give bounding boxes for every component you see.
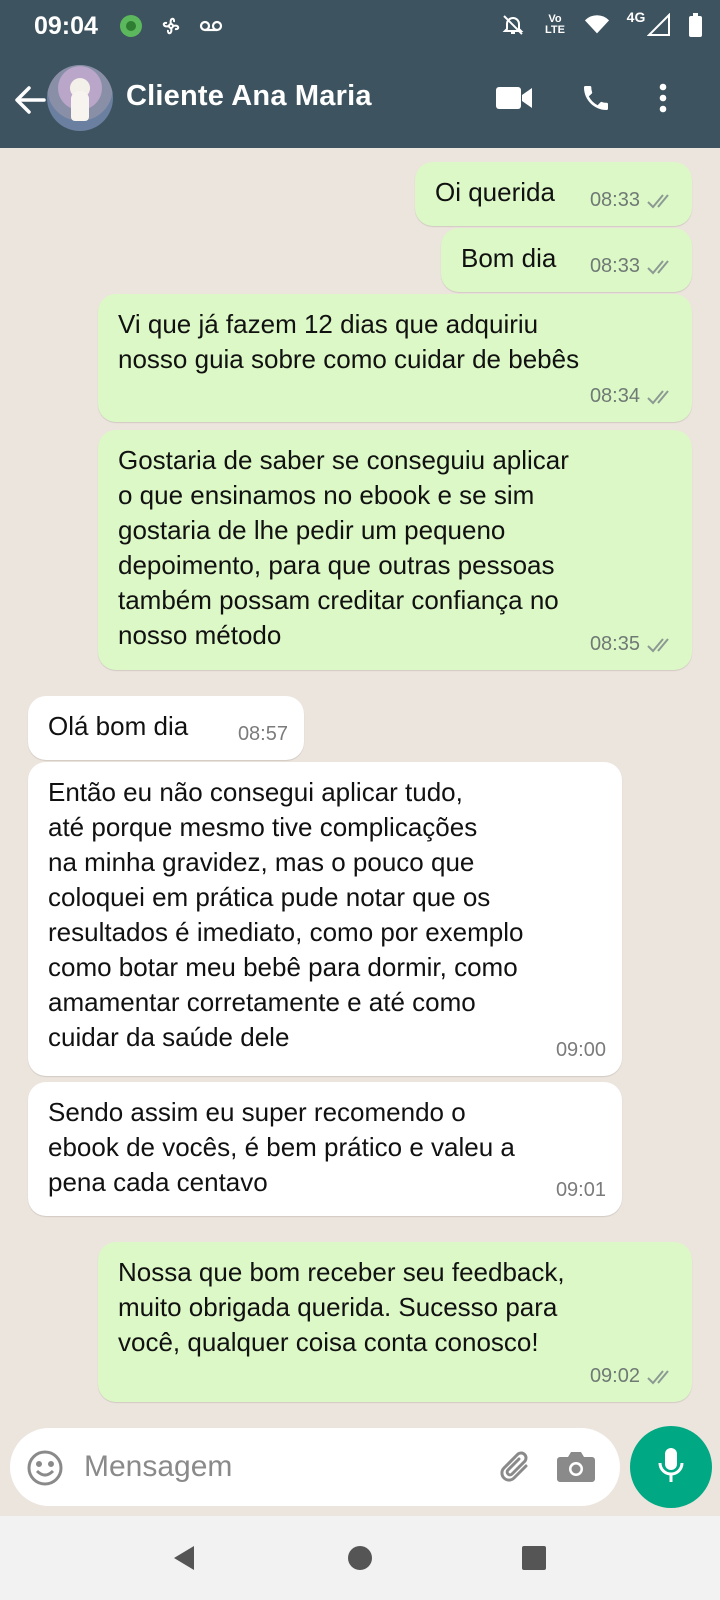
message-text: Vi que já fazem 12 dias que adquiriu nos… [118, 309, 580, 374]
message-bubble-outgoing[interactable]: Gostaria de saber se conseguiu aplicar o… [98, 430, 692, 670]
message-bubble-incoming[interactable]: Sendo assim eu super recomendo o ebook d… [28, 1082, 622, 1216]
message-meta: 08:35 [590, 627, 676, 662]
signal-label: 4G [626, 9, 646, 25]
message-time: 08:33 [589, 189, 640, 211]
paperclip-icon[interactable] [496, 1446, 536, 1488]
message-text: Então eu não consegui aplicar tudo, até … [48, 777, 524, 1052]
volte-label-bottom: LTE [545, 24, 565, 36]
video-camera-icon [495, 85, 533, 116]
message-meta: 08:33 [590, 249, 676, 284]
message-bubble-outgoing[interactable]: Bom dia 08:33 [441, 228, 692, 292]
message-input[interactable] [84, 1444, 464, 1490]
back-arrow-icon[interactable] [12, 80, 48, 120]
more-vert-icon [659, 83, 667, 118]
app-notification-icon [118, 13, 144, 39]
message-meta: 08:33 [590, 183, 676, 218]
double-check-icon [647, 389, 669, 404]
message-meta: 08:57 [238, 717, 288, 752]
double-check-icon [647, 1369, 669, 1384]
message-meta: 09:02 [590, 1359, 676, 1394]
message-meta: 08:34 [590, 379, 676, 414]
battery-icon [688, 12, 702, 38]
contact-name[interactable]: Cliente Ana Maria [126, 80, 372, 113]
phone-icon [580, 82, 612, 119]
voice-call-button[interactable] [576, 80, 616, 120]
chat-header: Cliente Ana Maria [0, 52, 720, 148]
muted-notification-icon [500, 12, 526, 38]
status-left-icons [118, 13, 224, 39]
system-navigation-bar [0, 1516, 720, 1600]
more-options-button[interactable] [650, 80, 676, 120]
nav-back-icon[interactable] [168, 1542, 200, 1574]
message-time: 08:57 [237, 723, 288, 745]
message-bubble-incoming[interactable]: Então eu não consegui aplicar tudo, até … [28, 762, 622, 1076]
emoji-icon[interactable] [26, 1449, 64, 1487]
chat-area[interactable]: Oi querida 08:33 Bom dia 08:33 Vi que já… [0, 148, 720, 1410]
video-call-button[interactable] [494, 80, 534, 120]
message-composer [10, 1428, 620, 1506]
message-text: Gostaria de saber se conseguiu aplicar o… [118, 445, 569, 650]
nav-recents-icon[interactable] [518, 1542, 550, 1574]
microphone-icon [656, 1445, 686, 1490]
volte-icon: Vo LTE [540, 12, 570, 38]
message-meta: 09:01 [556, 1173, 606, 1208]
voicemail-icon [198, 13, 224, 39]
message-text: Nossa que bom receber seu feedback, muit… [118, 1257, 565, 1357]
message-time: 09:01 [555, 1179, 606, 1201]
message-bubble-incoming[interactable]: Olá bom dia 08:57 [28, 696, 304, 760]
double-check-icon [647, 259, 669, 274]
message-bubble-outgoing[interactable]: Vi que já fazem 12 dias que adquiriu nos… [98, 294, 692, 422]
message-bubble-outgoing[interactable]: Oi querida 08:33 [415, 162, 692, 226]
message-time: 08:34 [589, 385, 640, 407]
message-time: 09:02 [589, 1365, 640, 1387]
mobile-signal-icon: 4G [624, 9, 674, 38]
message-text: Sendo assim eu super recomendo o ebook d… [48, 1097, 515, 1197]
message-bubble-outgoing[interactable]: Nossa que bom receber seu feedback, muit… [98, 1242, 692, 1402]
message-time: 09:00 [555, 1039, 606, 1061]
message-time: 08:33 [589, 255, 640, 277]
voice-record-button[interactable] [630, 1426, 712, 1508]
message-time: 08:35 [589, 633, 640, 655]
fan-icon [158, 13, 184, 39]
status-time: 09:04 [34, 12, 98, 40]
double-check-icon [647, 637, 669, 652]
camera-icon[interactable] [556, 1448, 596, 1486]
status-bar: 09:04 Vo LTE 4G [0, 0, 720, 52]
status-right-icons: Vo LTE 4G [500, 9, 702, 38]
message-meta: 09:00 [556, 1033, 606, 1068]
nav-home-icon[interactable] [344, 1542, 376, 1574]
wifi-icon [584, 12, 610, 38]
double-check-icon [647, 193, 669, 208]
avatar[interactable] [47, 65, 113, 131]
